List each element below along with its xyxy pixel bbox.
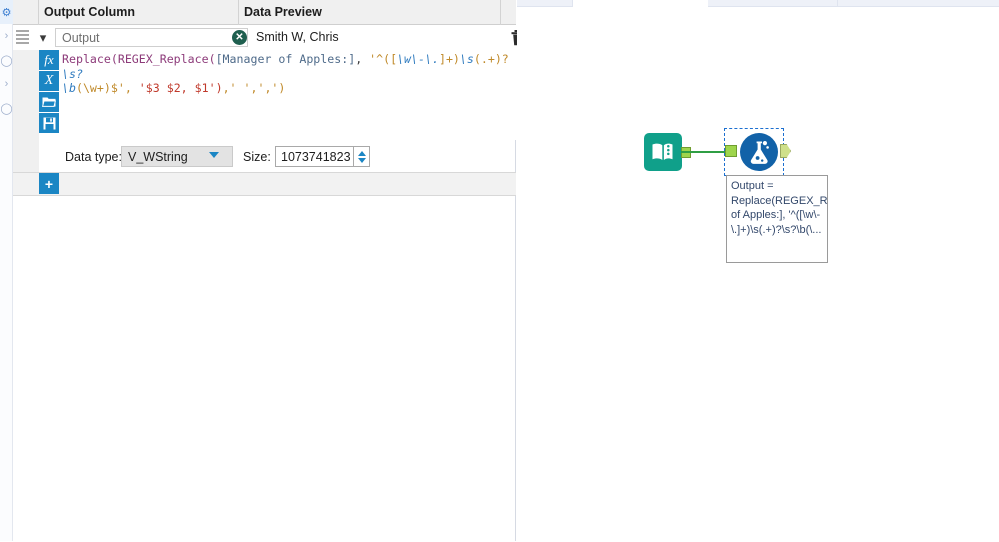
header-output-column: Output Column <box>44 5 135 19</box>
panel-icon-rail: ⚙ › ◯ › ◯ <box>0 0 13 541</box>
canvas-top-strip-2 <box>708 0 838 7</box>
formula-output-anchor-icon[interactable] <box>780 144 791 158</box>
expression-editor[interactable]: Replace(REGEX_Replace([Manager of Apples… <box>59 50 529 140</box>
add-formula-button[interactable]: + <box>39 173 59 194</box>
expr-line2-a: \b <box>62 81 76 95</box>
output-column-row: ▾ Output ✕ Smith W, Chris <box>13 25 525 51</box>
header-data-preview: Data Preview <box>244 5 322 19</box>
data-type-row: Data type: V_WString Size: 1073741823 <box>59 144 529 172</box>
clock-icon[interactable]: ◯ <box>0 48 13 72</box>
expr-pattern-f: \s? <box>62 66 83 81</box>
data-preview-value: Smith W, Chris <box>256 30 339 44</box>
chevron-right-icon-1[interactable]: › <box>0 24 13 48</box>
folder-icon[interactable] <box>39 92 59 112</box>
size-label: Size: <box>243 150 271 164</box>
canvas-top-strip-1 <box>517 0 573 7</box>
expr-pattern-a: '^([ <box>369 52 398 66</box>
stepper-down-icon[interactable] <box>357 157 366 163</box>
expr-pattern-c: ]+) <box>438 52 460 66</box>
drag-handle-icon[interactable] <box>15 28 30 46</box>
info-icon[interactable]: ◯ <box>0 96 13 120</box>
data-type-label: Data type: <box>65 150 122 164</box>
expr-line2-d: ,' ',',') <box>222 81 286 95</box>
expr-fn-replace: Replace( <box>62 52 118 66</box>
toolbar-gutter <box>13 50 39 173</box>
insert-function-button[interactable]: fx <box>39 50 59 70</box>
output-column-input[interactable]: Output <box>55 28 248 47</box>
chevron-down-icon[interactable]: ▾ <box>32 26 54 49</box>
expr-line2-b: (\w+)$', <box>75 81 132 95</box>
expr-pattern-e: (.+)? <box>473 52 509 66</box>
formula-tool-node[interactable] <box>740 133 778 171</box>
flask-icon <box>750 141 769 164</box>
chevron-right-icon-2[interactable]: › <box>0 72 13 96</box>
expr-line2-c: '$3 $2, $1') <box>131 81 223 95</box>
expr-field-ref: [Manager of Apples:] <box>215 52 356 66</box>
expr-pattern-b: \w\-\. <box>397 52 439 66</box>
save-icon[interactable] <box>39 113 59 133</box>
formula-configuration-panel: ⚙ › ◯ › ◯ Output Column Data Preview ▾ O… <box>0 0 529 541</box>
expr-pattern-d: \s <box>459 52 474 66</box>
insert-variable-button[interactable]: X <box>39 71 59 91</box>
expression-toolbar: fx X <box>39 50 59 134</box>
column-header-row: Output Column Data Preview <box>13 0 516 25</box>
expr-comma-1: , <box>355 52 370 66</box>
text-input-tool-node[interactable] <box>644 133 691 171</box>
node-annotation: Output = Replace(REGEX_Replace([Manager … <box>726 175 828 263</box>
workflow-canvas[interactable]: Output = Replace(REGEX_Replace([Manager … <box>517 0 999 541</box>
chevron-down-icon-datatype[interactable] <box>209 152 219 158</box>
canvas-top-strip-3 <box>838 0 999 7</box>
size-input[interactable]: 1073741823 <box>275 146 354 167</box>
formula-input-anchor-icon[interactable] <box>725 145 737 157</box>
book-icon <box>652 143 673 160</box>
size-stepper[interactable] <box>354 146 370 167</box>
panel-body: Output Column Data Preview ▾ Output ✕ Sm… <box>13 0 529 541</box>
expr-fn-regex: REGEX_Replace( <box>117 52 216 66</box>
stepper-up-icon[interactable] <box>357 150 366 156</box>
connection-wire[interactable] <box>681 151 725 153</box>
clear-icon[interactable]: ✕ <box>232 30 247 45</box>
expression-text[interactable]: Replace(REGEX_Replace([Manager of Apples… <box>59 50 529 96</box>
add-formula-row: + <box>13 173 516 196</box>
gear-icon[interactable]: ⚙ <box>0 0 13 24</box>
